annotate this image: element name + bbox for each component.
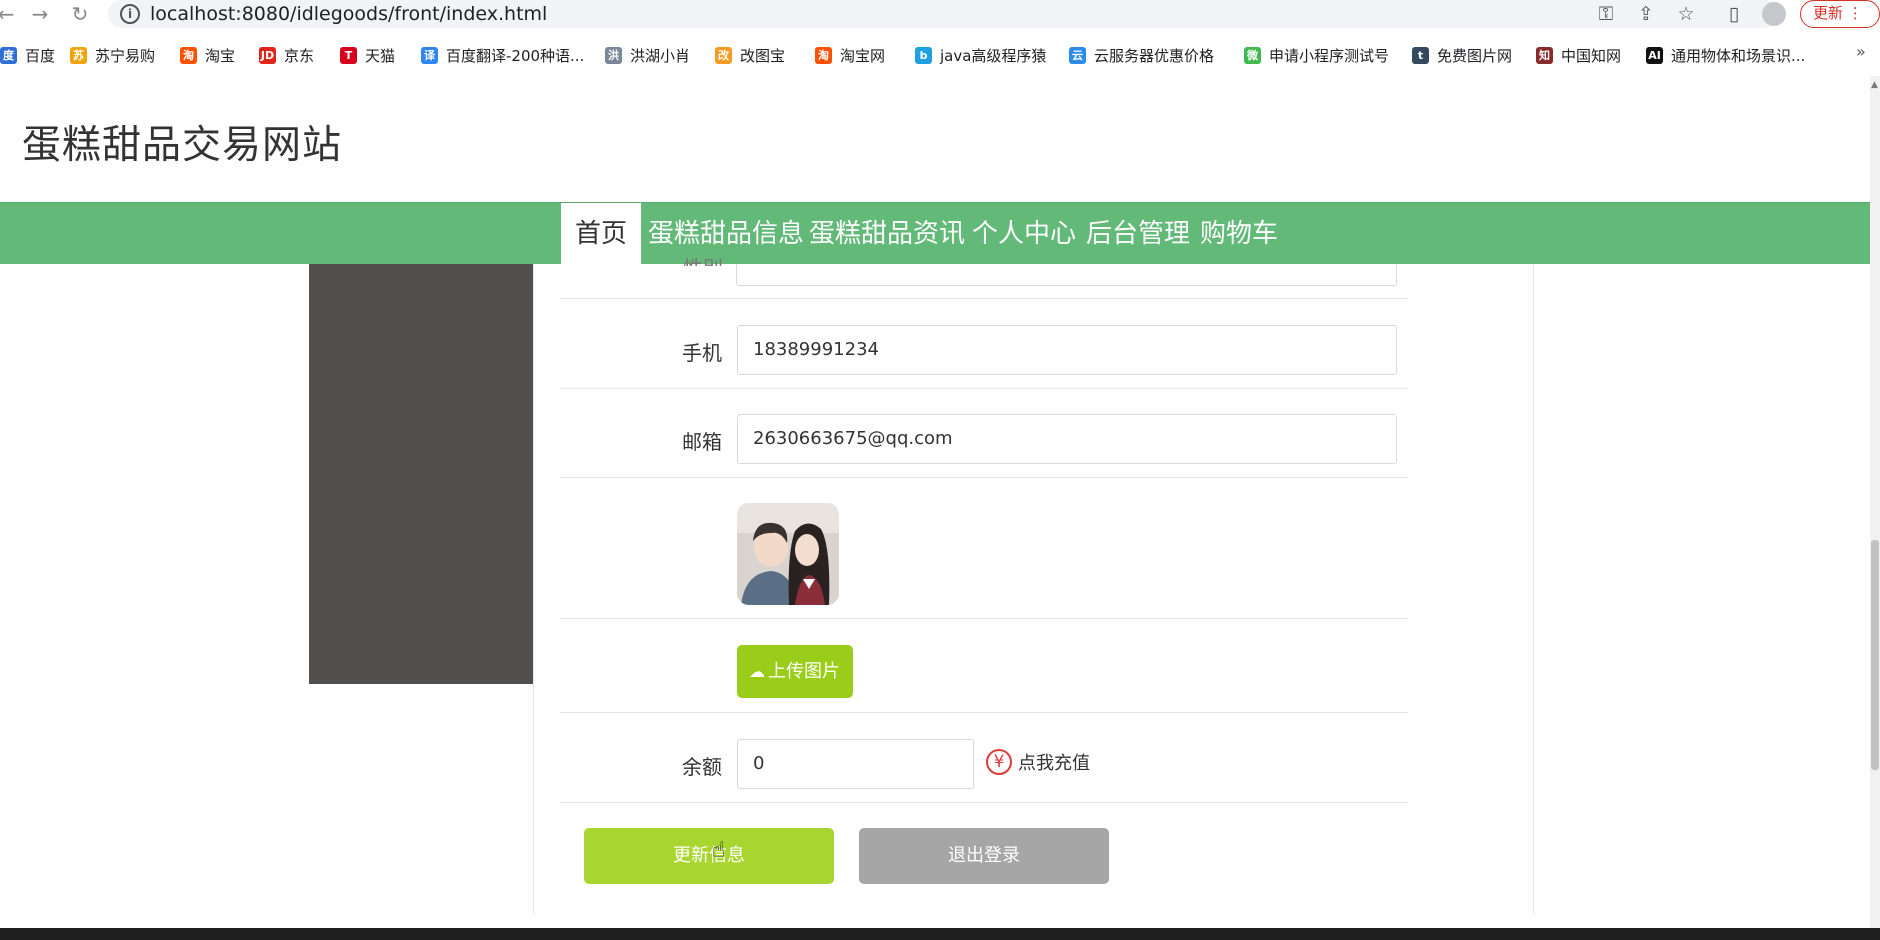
email-label: 邮箱	[682, 430, 722, 454]
nav-cart[interactable]: 购物车	[1200, 203, 1278, 265]
side-panel-icon[interactable]: ▯	[1722, 3, 1746, 25]
main-nav: 首页 蛋糕甜品信息 蛋糕甜品资讯 个人中心 后台管理 购物车	[0, 202, 1870, 265]
divider	[560, 298, 1408, 299]
bookmark-item[interactable]: AI 通用物体和场景识...	[1646, 44, 1805, 66]
share-icon[interactable]: ⇪	[1634, 3, 1658, 25]
bookmark-item[interactable]: 知中国知网	[1536, 44, 1621, 66]
url-text[interactable]: localhost:8080/idlegoods/front/index.htm…	[150, 3, 547, 25]
bookmark-item[interactable]: JD 京东	[259, 44, 314, 66]
star-icon[interactable]: ☆	[1674, 3, 1698, 25]
nav-admin[interactable]: 后台管理	[1086, 203, 1190, 265]
back-icon[interactable]: ←	[0, 2, 18, 26]
bookmark-item[interactable]: 度百度	[0, 44, 55, 66]
bookmark-label: 苏宁易购	[95, 46, 156, 65]
bookmark-label: 申请小程序测试号	[1269, 46, 1390, 65]
site-title: 蛋糕甜品交易网站	[22, 123, 343, 168]
divider	[560, 477, 1408, 478]
update-info-button[interactable]: 更新信息	[584, 828, 834, 884]
logout-button[interactable]: 退出登录	[859, 828, 1109, 884]
balance-label: 余额	[682, 755, 722, 779]
bookmark-item[interactable]: 淘淘宝网	[815, 44, 885, 66]
bookmark-favicon-icon: 淘	[180, 46, 197, 64]
taskbar-edge	[0, 928, 1880, 940]
bookmark-favicon-icon: b	[915, 46, 932, 64]
nav-cake-news[interactable]: 蛋糕甜品资讯	[809, 203, 965, 265]
phone-input[interactable]: 18389991234	[737, 325, 1397, 375]
bookmark-favicon-icon: AI	[1646, 46, 1663, 64]
bookmark-label: 中国知网	[1561, 46, 1622, 65]
nav-personal-center[interactable]: 个人中心	[972, 203, 1076, 265]
bookmarks-overflow-icon[interactable]: »	[1856, 42, 1866, 61]
bookmark-label: 京东	[284, 46, 315, 65]
sidebar	[309, 264, 533, 684]
bookmark-label: 云服务器优惠价格	[1094, 46, 1215, 65]
bookmark-label: 免费图片网	[1437, 46, 1513, 65]
upload-label: 上传图片	[768, 661, 840, 682]
bookmark-favicon-icon: 淘	[815, 46, 832, 64]
mouse-cursor-icon: ☝	[712, 838, 726, 863]
profile-avatar-icon[interactable]	[1762, 2, 1786, 26]
bookmark-label: 淘宝	[205, 46, 236, 65]
reload-icon[interactable]: ↻	[68, 2, 92, 26]
bookmark-favicon-icon: 度	[0, 46, 17, 64]
divider	[560, 802, 1408, 803]
recharge-label: 点我充值	[1018, 753, 1090, 774]
bookmark-favicon-icon: t	[1412, 46, 1429, 64]
phone-label: 手机	[682, 341, 722, 365]
nav-home[interactable]: 首页	[561, 203, 642, 265]
recharge-link[interactable]: ¥ 点我充值	[986, 749, 1090, 775]
bookmark-label: 百度	[25, 46, 56, 65]
divider	[560, 712, 1408, 713]
bookmark-favicon-icon: 改	[715, 46, 732, 64]
divider	[560, 618, 1408, 619]
bookmark-item[interactable]: 译百度翻译-200种语...	[421, 44, 584, 66]
bookmark-item[interactable]: b java高级程序猿	[915, 44, 1046, 66]
update-label: 更新	[1813, 4, 1844, 22]
scrollbar[interactable]	[1870, 76, 1880, 928]
balance-input[interactable]: 0	[737, 739, 974, 789]
address-row: ← → ↻ i localhost:8080/idlegoods/front/i…	[0, 0, 1880, 28]
key-icon[interactable]: ⚿	[1594, 3, 1618, 25]
bookmark-label: 通用物体和场景识...	[1671, 46, 1806, 65]
nav-cake-info[interactable]: 蛋糕甜品信息	[648, 203, 804, 265]
bookmark-item[interactable]: 微申请小程序测试号	[1244, 44, 1389, 66]
scrollbar-thumb[interactable]	[1871, 540, 1879, 770]
bookmark-favicon-icon: 微	[1244, 46, 1261, 64]
bookmark-favicon-icon: 知	[1536, 46, 1553, 64]
bookmark-label: 百度翻译-200种语...	[446, 46, 585, 65]
bookmark-item[interactable]: 淘淘宝	[180, 44, 235, 66]
divider	[560, 388, 1408, 389]
browser-chrome: ← → ↻ i localhost:8080/idlegoods/front/i…	[0, 0, 1880, 76]
forward-icon[interactable]: →	[28, 2, 52, 26]
bookmark-favicon-icon: 云	[1069, 46, 1086, 64]
bookmark-item[interactable]: 苏苏宁易购	[70, 44, 155, 66]
browser-update-button[interactable]: 更新 ⋮	[1800, 0, 1880, 28]
bookmark-item[interactable]: T 天猫	[340, 44, 395, 66]
bookmark-label: java高级程序猿	[940, 46, 1047, 65]
bookmark-item[interactable]: 云云服务器优惠价格	[1069, 44, 1214, 66]
email-input[interactable]: 2630663675@qq.com	[737, 414, 1397, 464]
bookmark-favicon-icon: 译	[421, 46, 438, 64]
avatar	[737, 503, 839, 605]
gender-label: 性别	[683, 252, 723, 266]
bookmark-label: 改图宝	[740, 46, 786, 65]
avatar-photo	[737, 503, 839, 605]
site-info-icon[interactable]: i	[120, 4, 140, 24]
bookmark-item[interactable]: t 免费图片网	[1412, 44, 1512, 66]
bookmark-label: 洪湖小肖	[630, 46, 691, 65]
bookmark-favicon-icon: 苏	[70, 46, 87, 64]
upload-image-button[interactable]: ☁ 上传图片	[737, 645, 853, 698]
bookmark-item[interactable]: 改改图宝	[715, 44, 785, 66]
bookmarks-bar: 度百度苏苏宁易购淘淘宝 JD 京东 T 天猫译百度翻译-200种语... 洪洪湖小肖改改图…	[0, 40, 1880, 68]
bookmark-label: 天猫	[365, 46, 396, 65]
bookmark-favicon-icon: JD	[259, 46, 276, 64]
bookmark-favicon-icon: 洪	[605, 46, 622, 64]
bookmark-label: 淘宝网	[840, 46, 886, 65]
yen-icon: ¥	[986, 749, 1012, 775]
bookmark-favicon-icon: T	[340, 46, 357, 64]
gender-field[interactable]	[736, 264, 1397, 286]
scroll-up-icon[interactable]: ▲	[1871, 80, 1878, 90]
cloud-upload-icon: ☁	[749, 662, 765, 681]
bookmark-item[interactable]: 洪洪湖小肖	[605, 44, 690, 66]
